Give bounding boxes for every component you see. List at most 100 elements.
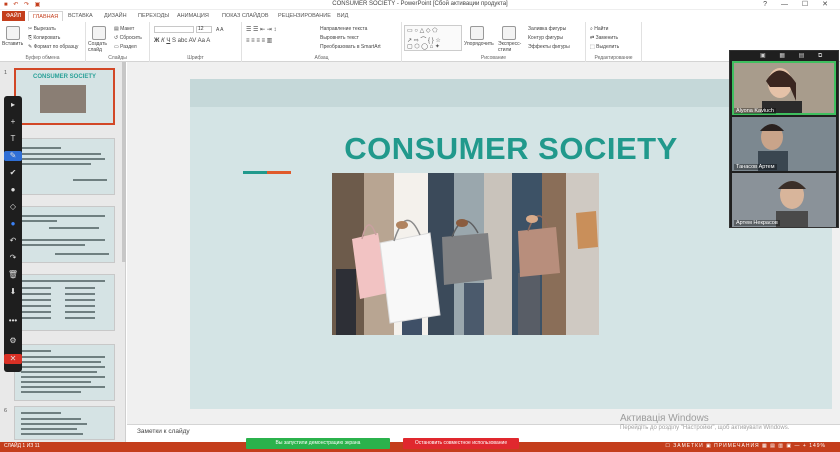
download-icon[interactable]: ⬇ — [4, 287, 22, 297]
participant-tile-3[interactable]: Артем Некрасов — [732, 173, 836, 227]
help-icon[interactable]: ? — [763, 1, 773, 8]
screen-share-label: Вы запустили демонстрацию экрана — [275, 440, 361, 446]
text-tool-icon[interactable]: T — [4, 134, 22, 144]
annotation-toolbar: ▸ + T ✎ ✔ ● ◇ ● ↶ ↷ 🗑 ⬇ ••• ⚙ ✕ — [4, 96, 22, 372]
font-name-field[interactable] — [154, 26, 194, 33]
reset-button[interactable]: ↺ Сбросить — [114, 35, 142, 41]
participant-video-1 — [732, 61, 836, 115]
maximize-icon[interactable]: ☐ — [802, 1, 814, 8]
window-controls[interactable]: ? — ☐ ✕ — [763, 0, 834, 8]
new-slide-button[interactable]: Создать слайд — [88, 41, 112, 53]
close-icon[interactable]: ✕ — [822, 1, 834, 8]
eraser-tool-icon[interactable]: ◇ — [4, 202, 22, 212]
check-tool-icon[interactable]: ✔ — [4, 168, 22, 178]
clipboard-group: Вставить ✂ Вырезать ⎘ Копировать ✎ Форма… — [0, 22, 86, 62]
color-picker-icon[interactable]: ● — [4, 219, 22, 229]
slide-thumbnail-6[interactable] — [14, 406, 115, 440]
tab-insert[interactable]: ВСТАВКА — [64, 11, 97, 21]
shapes-gallery[interactable]: ▭ ○ △ ◇ ⬠ ↗ ⇨ ⌒ { } ☆ ▢ ⬡ ◯ ⌂ ✦ — [404, 25, 462, 51]
video-call-panel: ▣ ▦ ▤ ⧉ Alyona Kaviuch Танасов Артем Арт… — [729, 50, 839, 228]
replace-button[interactable]: ⇄ Заменить — [590, 35, 618, 41]
drawing-group: ▭ ○ △ ◇ ⬠ ↗ ⇨ ⌒ { } ☆ ▢ ⬡ ◯ ⌂ ✦ Упорядоч… — [402, 22, 586, 62]
copy-button[interactable]: ⎘ Копировать — [28, 35, 60, 41]
shopping-bags-photo-art — [332, 173, 599, 335]
participant-video-2 — [732, 117, 836, 171]
thumbnail-title: CONSUMER SOCIETY — [32, 74, 96, 80]
tab-view[interactable]: ВИД — [333, 11, 352, 21]
status-view-controls[interactable]: ☐ ЗАМЕТКИ ▣ ПРИМЕЧАНИЯ ▦ ▤ ▥ ▣ — + 149% — [665, 443, 826, 449]
font-group: 12 A A Ж К Ч S abc AV Aa A Шрифт — [150, 22, 242, 62]
cut-button[interactable]: ✂ Вырезать — [28, 26, 56, 32]
section-button[interactable]: ▭ Раздел — [114, 44, 137, 50]
thumbnails-scrollbar[interactable] — [122, 62, 126, 262]
slides-group: Создать слайд ▤ Макет ↺ Сбросить ▭ Разде… — [86, 22, 150, 62]
pointer-tool-icon[interactable]: ▸ — [4, 100, 22, 110]
find-button[interactable]: ⌕ Найти — [590, 26, 608, 32]
tab-transitions[interactable]: ПЕРЕХОДЫ — [134, 11, 173, 21]
slide-number: 6 — [4, 408, 8, 414]
undo-icon[interactable]: ↶ — [4, 236, 22, 246]
font-size-field[interactable]: 12 — [196, 26, 212, 33]
format-painter-button[interactable]: ✎ Формат по образцу — [28, 44, 78, 50]
tab-animation[interactable]: АНИМАЦИЯ — [173, 11, 213, 21]
shape-fill-button[interactable]: Заливка фигуры — [528, 26, 566, 32]
tab-slideshow[interactable]: ПОКАЗ СЛАЙДОВ — [218, 11, 273, 21]
windows-activation-watermark: Активація Windows Перейдіть до розділу "… — [620, 413, 789, 431]
text-direction-button[interactable]: Направление текста — [320, 26, 367, 32]
notes-placeholder: Заметки к слайду — [137, 428, 190, 435]
find-label: Найти — [594, 26, 609, 32]
slide-counter: СЛАЙД 1 ИЗ 11 — [4, 443, 40, 449]
tab-file[interactable]: ФАЙЛ — [2, 11, 26, 21]
quick-styles-icon[interactable] — [502, 26, 516, 40]
watermark-line-2: Перейдіть до розділу "Настройки", щоб ак… — [620, 425, 790, 431]
thumbnail-photo — [40, 85, 86, 113]
participant-tile-2[interactable]: Танасов Артем — [732, 117, 836, 171]
align-buttons[interactable]: ≡ ≡ ≡ ≡ ▥ — [246, 37, 272, 44]
quick-styles-button[interactable]: Экспресс-стили — [498, 41, 524, 53]
font-format-buttons[interactable]: Ж К Ч S abc AV Aa A — [154, 38, 210, 44]
clipboard-group-label: Буфер обмена — [25, 55, 60, 61]
slide-thumbnail-3[interactable] — [14, 206, 115, 263]
tab-design[interactable]: ДИЗАЙН — [100, 11, 131, 21]
select-button[interactable]: ⬚ Выделить — [590, 44, 619, 50]
slide-thumbnail-2[interactable] — [14, 138, 115, 195]
arrange-icon[interactable] — [470, 26, 484, 40]
video-panel-controls[interactable]: ▣ ▦ ▤ ⧉ — [760, 52, 828, 60]
participant-name: Alyona Kaviuch — [734, 108, 776, 114]
stop-sharing-button[interactable]: Остановить совместное использование — [403, 438, 519, 449]
redo-icon[interactable]: ↷ — [4, 253, 22, 263]
editing-group: ⌕ Найти ⇄ Заменить ⬚ Выделить Редактиров… — [586, 22, 642, 62]
tab-home[interactable]: ГЛАВНАЯ — [28, 11, 64, 21]
paste-button[interactable]: Вставить — [2, 41, 23, 47]
paste-icon[interactable] — [6, 26, 20, 40]
arrange-button[interactable]: Упорядочить — [464, 41, 494, 47]
more-options-icon[interactable]: ••• — [4, 316, 22, 326]
align-text-button[interactable]: Выровнять текст — [320, 35, 359, 41]
pen-tool-icon[interactable]: ✎ — [4, 151, 22, 161]
shape-outline-button[interactable]: Контур фигуры — [528, 35, 563, 41]
add-tool-icon[interactable]: + — [4, 117, 22, 127]
font-grow-buttons[interactable]: A A — [216, 27, 224, 33]
slide-thumbnail-5[interactable] — [14, 344, 115, 401]
smartart-button[interactable]: Преобразовать в SmartArt — [320, 44, 381, 50]
layout-button[interactable]: ▤ Макет — [114, 26, 134, 32]
minimize-icon[interactable]: — — [781, 1, 794, 8]
delete-icon[interactable]: 🗑 — [4, 270, 22, 280]
slide-thumbnail-4[interactable] — [14, 274, 115, 331]
screen-share-indicator: Вы запустили демонстрацию экрана — [246, 438, 390, 449]
window-title: CONSUMER SOCIETY - PowerPoint [Сбой акти… — [332, 1, 508, 7]
dot-tool-icon[interactable]: ● — [4, 185, 22, 195]
settings-icon[interactable]: ⚙ — [4, 336, 22, 346]
shopping-bags-photo[interactable] — [332, 173, 599, 335]
list-buttons[interactable]: ☰ ☰ ⇤ ⇥ ↕ — [246, 26, 276, 33]
new-slide-icon[interactable] — [92, 26, 106, 40]
format-painter-label: Формат по образцу — [33, 44, 79, 50]
reset-label: Сбросить — [119, 35, 142, 41]
tab-review[interactable]: РЕЦЕНЗИРОВАНИЕ — [274, 11, 335, 21]
title-accent-line-orange — [267, 171, 291, 174]
shape-effects-button[interactable]: Эффекты фигуры — [528, 44, 570, 50]
close-toolbar-icon[interactable]: ✕ — [4, 354, 22, 364]
copy-label: Копировать — [33, 35, 61, 41]
slide-thumbnail-1[interactable]: CONSUMER SOCIETY — [14, 68, 115, 125]
participant-tile-1[interactable]: Alyona Kaviuch — [732, 61, 836, 115]
